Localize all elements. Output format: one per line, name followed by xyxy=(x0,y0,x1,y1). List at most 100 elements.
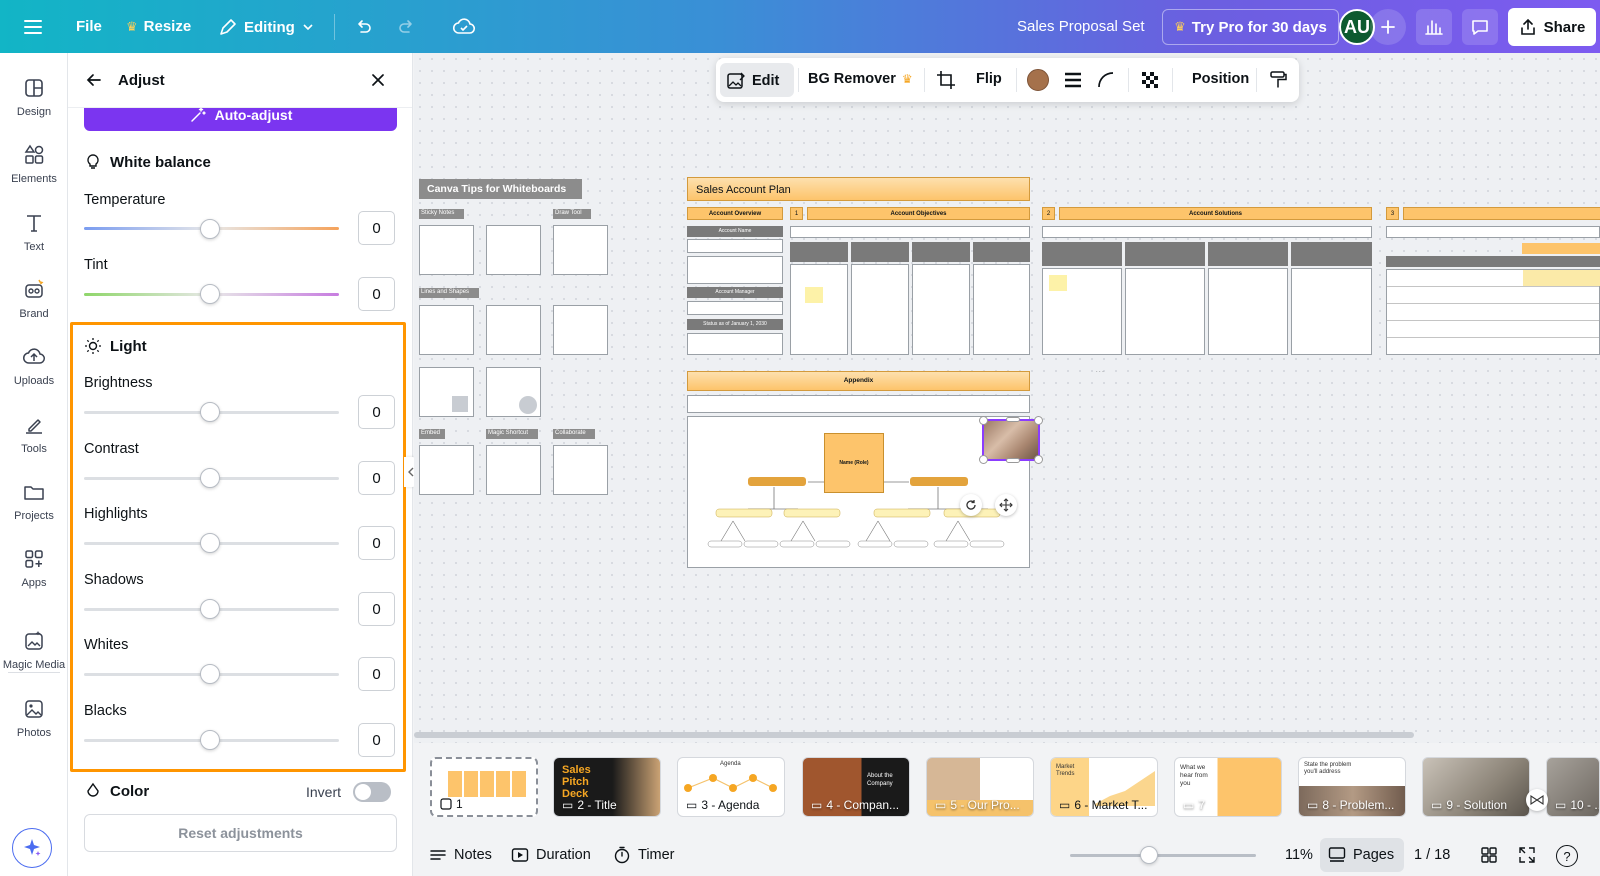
edit-image-button[interactable]: Edit xyxy=(726,71,779,91)
rail-item-text[interactable]: Text xyxy=(0,211,68,253)
brightness-value-input[interactable]: 0 xyxy=(358,395,395,429)
solutions-description xyxy=(1042,226,1372,238)
undo-button[interactable] xyxy=(352,16,374,38)
resize-handle[interactable] xyxy=(979,455,988,464)
section-number: 2 xyxy=(1042,207,1055,220)
objective-column xyxy=(912,242,970,262)
position-button[interactable]: Position xyxy=(1192,71,1249,87)
page-thumbnail-9[interactable]: ▭ 9 - Solution xyxy=(1422,757,1530,817)
editing-mode-button[interactable]: Editing xyxy=(218,17,315,37)
selected-image[interactable] xyxy=(979,416,1043,464)
shadows-value-input[interactable]: 0 xyxy=(358,592,395,626)
invert-toggle[interactable] xyxy=(353,782,392,802)
page-thumbnail-5[interactable]: ▭ 5 - Our Pro... xyxy=(926,757,1034,817)
tip-card xyxy=(419,305,474,355)
notes-button[interactable]: Notes xyxy=(429,846,492,864)
pages-button[interactable]: Pages xyxy=(1328,846,1394,864)
rail-item-magic-media[interactable]: Magic Media xyxy=(0,629,68,671)
pages-icon xyxy=(1328,847,1346,862)
brightness-slider-thumb[interactable] xyxy=(200,402,220,422)
shadows-slider-thumb[interactable] xyxy=(200,599,220,619)
invite-button[interactable] xyxy=(1370,9,1406,45)
rail-item-brand[interactable]: Brand xyxy=(0,278,68,320)
separator xyxy=(1016,68,1017,92)
color-heading: Color xyxy=(84,782,149,800)
resize-button[interactable]: ♛ Resize xyxy=(126,18,191,35)
page-thumbnail-10[interactable]: ▭10 - ... xyxy=(1546,757,1600,817)
corner-rounding-button[interactable] xyxy=(1096,70,1116,90)
corner-radius-icon xyxy=(1098,72,1114,88)
zoom-slider[interactable] xyxy=(1070,854,1256,857)
try-pro-button[interactable]: ♛ Try Pro for 30 days xyxy=(1162,9,1339,45)
comments-button[interactable] xyxy=(1462,9,1498,45)
duration-button[interactable]: Duration xyxy=(511,846,591,864)
border-style-button[interactable] xyxy=(1063,70,1083,90)
rail-item-tools[interactable]: Tools xyxy=(0,413,68,455)
highlights-value-input[interactable]: 0 xyxy=(358,526,395,560)
page-counter[interactable]: 1 / 18 xyxy=(1414,847,1450,863)
whiteboard-canvas[interactable]: Canva Tips for Whiteboards Sticky Notes … xyxy=(414,53,1600,743)
file-menu-button[interactable]: File xyxy=(76,18,102,35)
border-color-swatch[interactable] xyxy=(1027,69,1049,91)
rail-item-design[interactable]: Design xyxy=(0,76,68,118)
save-status-button[interactable] xyxy=(452,15,476,39)
tint-slider-thumb[interactable] xyxy=(200,284,220,304)
move-button[interactable] xyxy=(995,494,1017,516)
share-button[interactable]: Share xyxy=(1508,8,1596,46)
highlights-slider-thumb[interactable] xyxy=(200,533,220,553)
zoom-slider-thumb[interactable] xyxy=(1140,846,1158,864)
grid-view-button[interactable] xyxy=(1480,846,1498,864)
blacks-slider-thumb[interactable] xyxy=(200,730,220,750)
insights-button[interactable] xyxy=(1416,9,1452,45)
project-title[interactable]: Sales Proposal Set xyxy=(1017,18,1145,35)
tips-section-label: Draw Tool xyxy=(553,209,591,219)
page-thumbnail-8[interactable]: State the problem you'll address ▭ 8 - Pr… xyxy=(1298,757,1406,817)
hamburger-menu-button[interactable] xyxy=(22,16,44,38)
tip-card xyxy=(419,445,474,495)
page-thumbnail-3[interactable]: Agenda ▭ 3 - Agenda xyxy=(677,757,785,817)
crop-button[interactable] xyxy=(936,70,956,90)
top-bar: File ♛ Resize Editing Sales Proposal Set… xyxy=(0,0,1600,53)
horizontal-scrollbar[interactable] xyxy=(414,732,1414,738)
rail-item-uploads[interactable]: Uploads xyxy=(0,345,68,387)
magic-assistant-button[interactable] xyxy=(12,828,52,868)
tint-value-input[interactable]: 0 xyxy=(358,277,395,311)
rotate-button[interactable] xyxy=(960,494,982,516)
redo-button[interactable] xyxy=(396,16,418,38)
resize-handle[interactable] xyxy=(1006,458,1020,463)
temperature-value-input[interactable]: 0 xyxy=(358,211,395,245)
bg-remover-button[interactable]: BG Remover ♛ xyxy=(808,71,913,87)
temperature-slider-thumb[interactable] xyxy=(200,219,220,239)
reset-adjustments-button[interactable]: Reset adjustments xyxy=(84,814,397,852)
status-header: Status as of January 1, 2030 xyxy=(687,319,783,330)
rail-item-projects[interactable]: Projects xyxy=(0,480,68,522)
page-thumbnail-1[interactable]: 1 xyxy=(430,757,538,817)
whites-slider-thumb[interactable] xyxy=(200,664,220,684)
transition-button[interactable] xyxy=(1526,789,1548,811)
page-thumbnail-2[interactable]: Sales Pitch Deck ▭ 2 - Title xyxy=(553,757,661,817)
resize-handle[interactable] xyxy=(1034,416,1043,425)
fullscreen-button[interactable] xyxy=(1518,846,1536,864)
transparency-button[interactable] xyxy=(1140,70,1160,90)
resize-handle[interactable] xyxy=(1034,455,1043,464)
page-thumbnail-4[interactable]: About the Company ▭ 4 - Compan... xyxy=(802,757,910,817)
blacks-value-input[interactable]: 0 xyxy=(358,723,395,757)
page-thumbnail-7[interactable]: What we hear from you ▭ 7 xyxy=(1174,757,1282,817)
close-panel-button[interactable] xyxy=(368,70,388,95)
resize-handle[interactable] xyxy=(1006,417,1020,422)
rail-item-elements[interactable]: Elements xyxy=(0,143,68,185)
zoom-level-button[interactable]: 11% xyxy=(1285,847,1313,863)
timer-button[interactable]: Timer xyxy=(613,846,675,864)
contrast-value-input[interactable]: 0 xyxy=(358,461,395,495)
flip-button[interactable]: Flip xyxy=(976,71,1002,87)
page-thumbnail-6[interactable]: Market Trends ▭ 6 - Market T... xyxy=(1050,757,1158,817)
contrast-slider-thumb[interactable] xyxy=(200,468,220,488)
help-button[interactable]: ? xyxy=(1556,845,1578,867)
tips-title: Canva Tips for Whiteboards xyxy=(419,179,582,199)
rail-item-apps[interactable]: Apps xyxy=(0,547,68,589)
resize-handle[interactable] xyxy=(979,416,988,425)
back-button[interactable] xyxy=(84,70,104,95)
copy-style-button[interactable] xyxy=(1268,70,1288,90)
whites-value-input[interactable]: 0 xyxy=(358,657,395,691)
rail-item-photos[interactable]: Photos xyxy=(0,697,68,739)
